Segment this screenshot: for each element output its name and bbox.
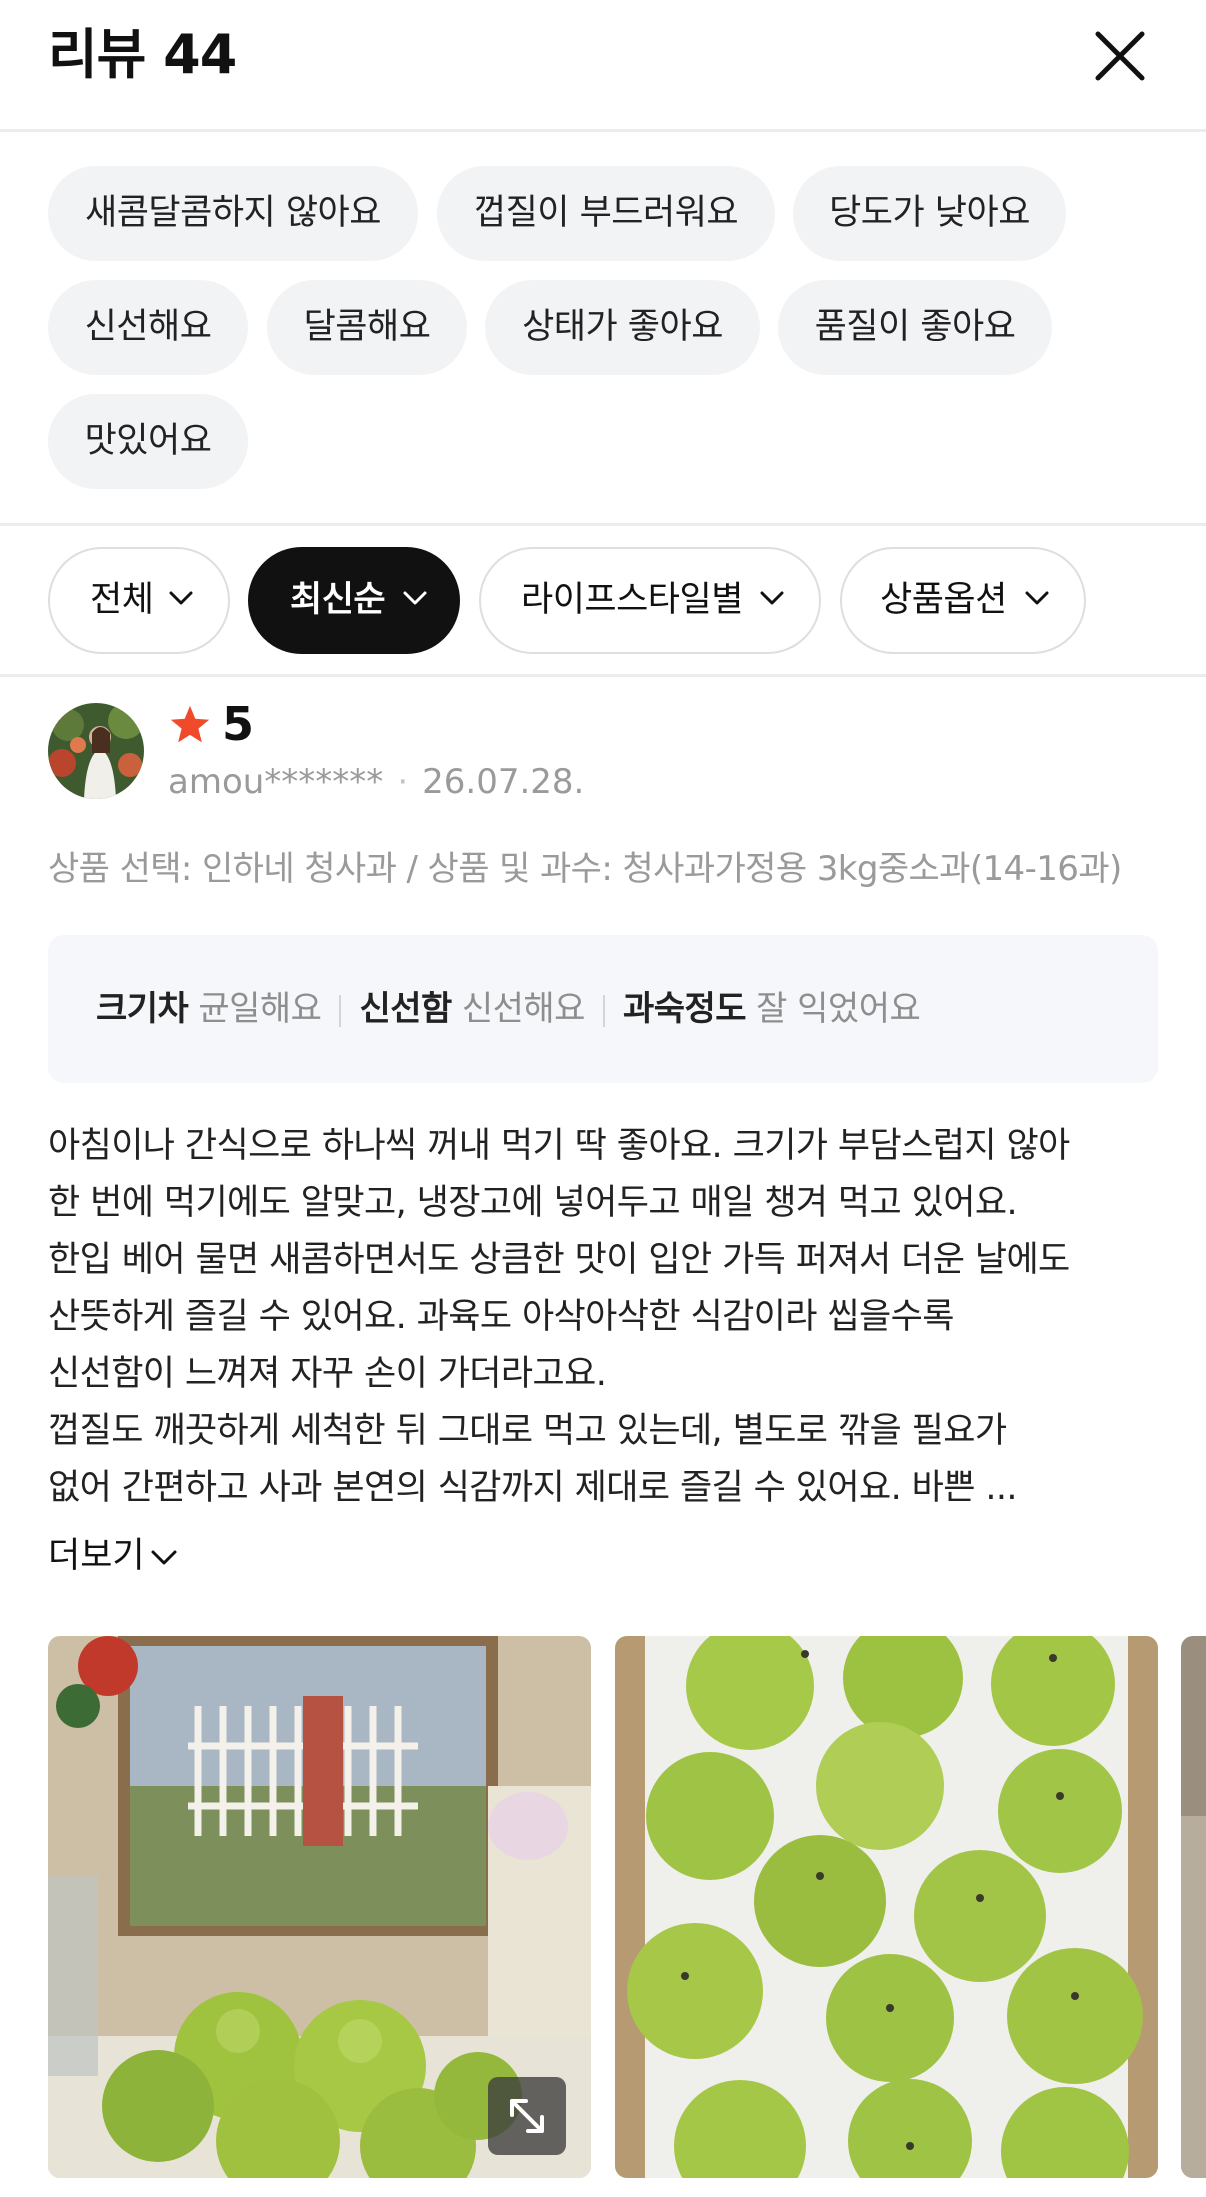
chevron-down-icon <box>151 1550 177 1565</box>
filter-label: 라이프스타일별 <box>521 580 743 620</box>
rating-value: 5 <box>222 697 255 751</box>
review-body-line: 산뜻하게 즐길 수 있어요. 과육도 아삭아삭한 식감이라 씹을수록 <box>48 1297 954 1337</box>
chevron-down-icon <box>1025 591 1049 605</box>
filter-all-dropdown[interactable]: 전체 <box>48 547 230 654</box>
review-photo[interactable] <box>48 1636 591 2178</box>
summary-key: 과숙정도 <box>622 989 747 1029</box>
filter-label: 전체 <box>90 580 154 620</box>
review-date: 26.07.28. <box>422 762 585 802</box>
keyword-chip[interactable]: 맛있어요 <box>48 394 248 489</box>
filter-label: 상품옵션 <box>880 580 1007 620</box>
review-body-line: 껍질도 깨끗하게 세척한 뒤 그대로 먹고 있는데, 별도로 깎을 필요가 <box>48 1411 1007 1451</box>
reviewer-name: amou******* <box>168 762 384 802</box>
review-body-line: 아침이나 간식으로 하나씩 꺼내 먹기 딱 좋아요. 크기가 부담스럽지 않아 <box>48 1126 1070 1166</box>
meta-separator: · <box>397 762 409 802</box>
summary-key: 신선함 <box>359 989 452 1029</box>
close-icon[interactable] <box>1090 26 1150 86</box>
keyword-chip[interactable]: 껍질이 부드러워요 <box>437 166 775 261</box>
review-body: 아침이나 간식으로 하나씩 꺼내 먹기 딱 좋아요. 크기가 부담스럽지 않아 … <box>48 1118 1168 1517</box>
review-photo[interactable] <box>1181 1636 1206 2178</box>
divider <box>0 523 1206 526</box>
keyword-chip[interactable]: 신선해요 <box>48 280 248 375</box>
summary-separator <box>602 994 605 1027</box>
read-more-label: 더보기 <box>48 1536 145 1576</box>
keyword-chip[interactable]: 달콤해요 <box>267 280 467 375</box>
chevron-down-icon <box>760 591 784 605</box>
summary-separator <box>339 994 342 1027</box>
filter-option-dropdown[interactable]: 상품옵션 <box>840 547 1086 654</box>
keyword-chip[interactable]: 새콤달콤하지 않아요 <box>48 166 418 261</box>
avatar[interactable] <box>48 703 144 799</box>
chevron-down-icon <box>403 591 427 605</box>
page-title: 리뷰 44 <box>48 23 237 86</box>
divider <box>0 674 1206 677</box>
purchased-option: 상품 선택: 인하네 청사과 / 상품 및 과수: 청사과가정용 3kg중소과(… <box>48 849 1122 889</box>
review-body-line: 없어 간편하고 사과 본연의 식감까지 제대로 즐길 수 있어요. 바쁜 ... <box>48 1468 1018 1508</box>
summary-row: 크기차 균일해요 신선함 신선해요 과숙정도 잘 익었어요 <box>96 981 921 1037</box>
filter-sort-dropdown[interactable]: 최신순 <box>248 547 460 654</box>
review-summary-box: 크기차 균일해요 신선함 신선해요 과숙정도 잘 익었어요 <box>48 935 1158 1083</box>
review-meta: amou******* · 26.07.28. <box>168 758 584 806</box>
filter-label: 최신순 <box>290 580 386 620</box>
review-photo[interactable] <box>615 1636 1158 2178</box>
review-body-line: 신선함이 느껴져 자꾸 손이 가더라고요. <box>48 1354 607 1394</box>
filter-lifestyle-dropdown[interactable]: 라이프스타일별 <box>479 547 821 654</box>
summary-value: 균일해요 <box>198 989 322 1029</box>
summary-key: 크기차 <box>96 989 189 1029</box>
summary-value: 잘 익었어요 <box>756 989 921 1029</box>
expand-icon[interactable] <box>488 2077 566 2155</box>
read-more-button[interactable]: 더보기 <box>48 1528 179 1584</box>
keyword-chip[interactable]: 품질이 좋아요 <box>778 280 1052 375</box>
chevron-down-icon <box>169 591 193 605</box>
star-icon <box>170 705 210 743</box>
keyword-chip[interactable]: 당도가 낮아요 <box>793 166 1066 261</box>
review-body-line: 한입 베어 물면 새콤하면서도 상큼한 맛이 입안 가득 퍼져서 더운 날에도 <box>48 1240 1070 1280</box>
summary-value: 신선해요 <box>461 989 586 1029</box>
keyword-chip[interactable]: 상태가 좋아요 <box>485 280 760 375</box>
review-body-line: 한 번에 먹기에도 알맞고, 냉장고에 넣어두고 매일 챙겨 먹고 있어요. <box>48 1183 1018 1223</box>
header: 리뷰 44 <box>0 0 1206 132</box>
